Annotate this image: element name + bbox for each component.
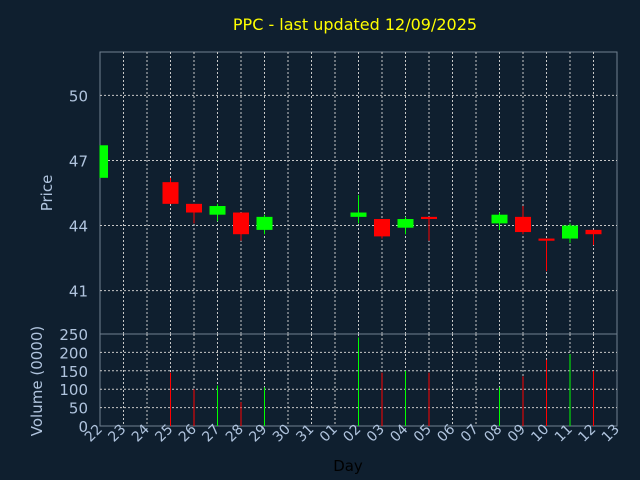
x-tick-label: 30 bbox=[270, 422, 294, 446]
candle-up bbox=[256, 214, 273, 235]
x-axis-label: Day bbox=[333, 457, 363, 475]
price-axis-label: Price bbox=[38, 175, 56, 212]
candle-down bbox=[585, 229, 602, 246]
candle-body bbox=[256, 216, 273, 230]
stock-chart: PPC - last updated 12/09/2025 41 44 47 50 0… bbox=[28, 15, 623, 475]
price-panel: 41 44 47 50 bbox=[69, 51, 618, 335]
volume-tick-label: 50 bbox=[69, 400, 88, 418]
candle-body bbox=[515, 216, 531, 233]
candle-up bbox=[99, 145, 108, 178]
candle-body bbox=[162, 182, 179, 204]
candle-body bbox=[397, 219, 414, 228]
candle-body bbox=[421, 216, 437, 220]
candle-down bbox=[162, 177, 179, 204]
x-tick-label: 03 bbox=[364, 422, 388, 446]
price-tick-label: 44 bbox=[69, 218, 88, 236]
x-tick-label: 26 bbox=[176, 421, 200, 445]
candle-up bbox=[397, 216, 414, 235]
x-tick-label: 29 bbox=[246, 422, 270, 446]
candle-up bbox=[350, 195, 367, 224]
candle-up bbox=[491, 212, 508, 230]
x-tick-label: 09 bbox=[505, 422, 529, 446]
candle-body bbox=[186, 203, 202, 213]
volume-tick-label: 150 bbox=[59, 363, 88, 381]
x-tick-label: 28 bbox=[223, 422, 247, 446]
x-tick-label: 05 bbox=[411, 422, 435, 446]
candle-down bbox=[421, 216, 437, 241]
candle-body bbox=[209, 206, 226, 215]
candle-down bbox=[233, 212, 249, 241]
volume-tick-label: 250 bbox=[59, 326, 88, 344]
x-tick-label: 10 bbox=[528, 422, 552, 446]
x-tick-label: 01 bbox=[317, 422, 341, 446]
chart-title: PPC - last updated 12/09/2025 bbox=[233, 15, 477, 34]
candle-up bbox=[209, 203, 226, 222]
x-tick-label: 06 bbox=[434, 421, 458, 445]
candle-up bbox=[562, 223, 578, 243]
x-tick-label: 11 bbox=[552, 422, 576, 446]
volume-axis-label: Volume (0000) bbox=[28, 326, 46, 436]
candle-body bbox=[491, 214, 508, 224]
x-tick-label: 25 bbox=[152, 422, 176, 446]
x-tick-label: 13 bbox=[599, 422, 623, 446]
x-tick-label: 23 bbox=[105, 422, 129, 446]
candle-body bbox=[585, 229, 602, 235]
volume-panel: 050100150200250 bbox=[59, 326, 618, 436]
x-tick-label: 24 bbox=[129, 421, 153, 445]
x-tick-label: 27 bbox=[199, 422, 223, 446]
candle-body bbox=[374, 219, 390, 237]
candle-body bbox=[100, 145, 108, 178]
x-axis: 22 23 24 25 26 27 28 29 30 31 01 02 03 04 05 06 07 08 09 10… bbox=[82, 421, 623, 445]
volume-tick-label: 100 bbox=[59, 381, 88, 399]
candle-body bbox=[562, 225, 578, 239]
x-tick-label: 08 bbox=[481, 422, 505, 446]
x-tick-label: 04 bbox=[387, 421, 411, 445]
candle-body bbox=[350, 212, 367, 217]
price-tick-label: 41 bbox=[69, 283, 88, 301]
candle-body bbox=[538, 238, 555, 241]
candle-down bbox=[374, 219, 390, 239]
price-tick-label: 50 bbox=[69, 87, 88, 105]
price-tick-label: 47 bbox=[69, 152, 88, 170]
candle-down bbox=[186, 203, 202, 224]
candle-down bbox=[515, 206, 531, 235]
x-tick-label: 31 bbox=[293, 422, 317, 446]
x-tick-label: 12 bbox=[575, 422, 599, 446]
x-tick-label: 02 bbox=[340, 422, 364, 446]
candle-down bbox=[538, 238, 555, 272]
x-tick-label: 07 bbox=[458, 422, 482, 446]
volume-tick-label: 200 bbox=[59, 344, 88, 362]
candle-body bbox=[233, 212, 249, 235]
